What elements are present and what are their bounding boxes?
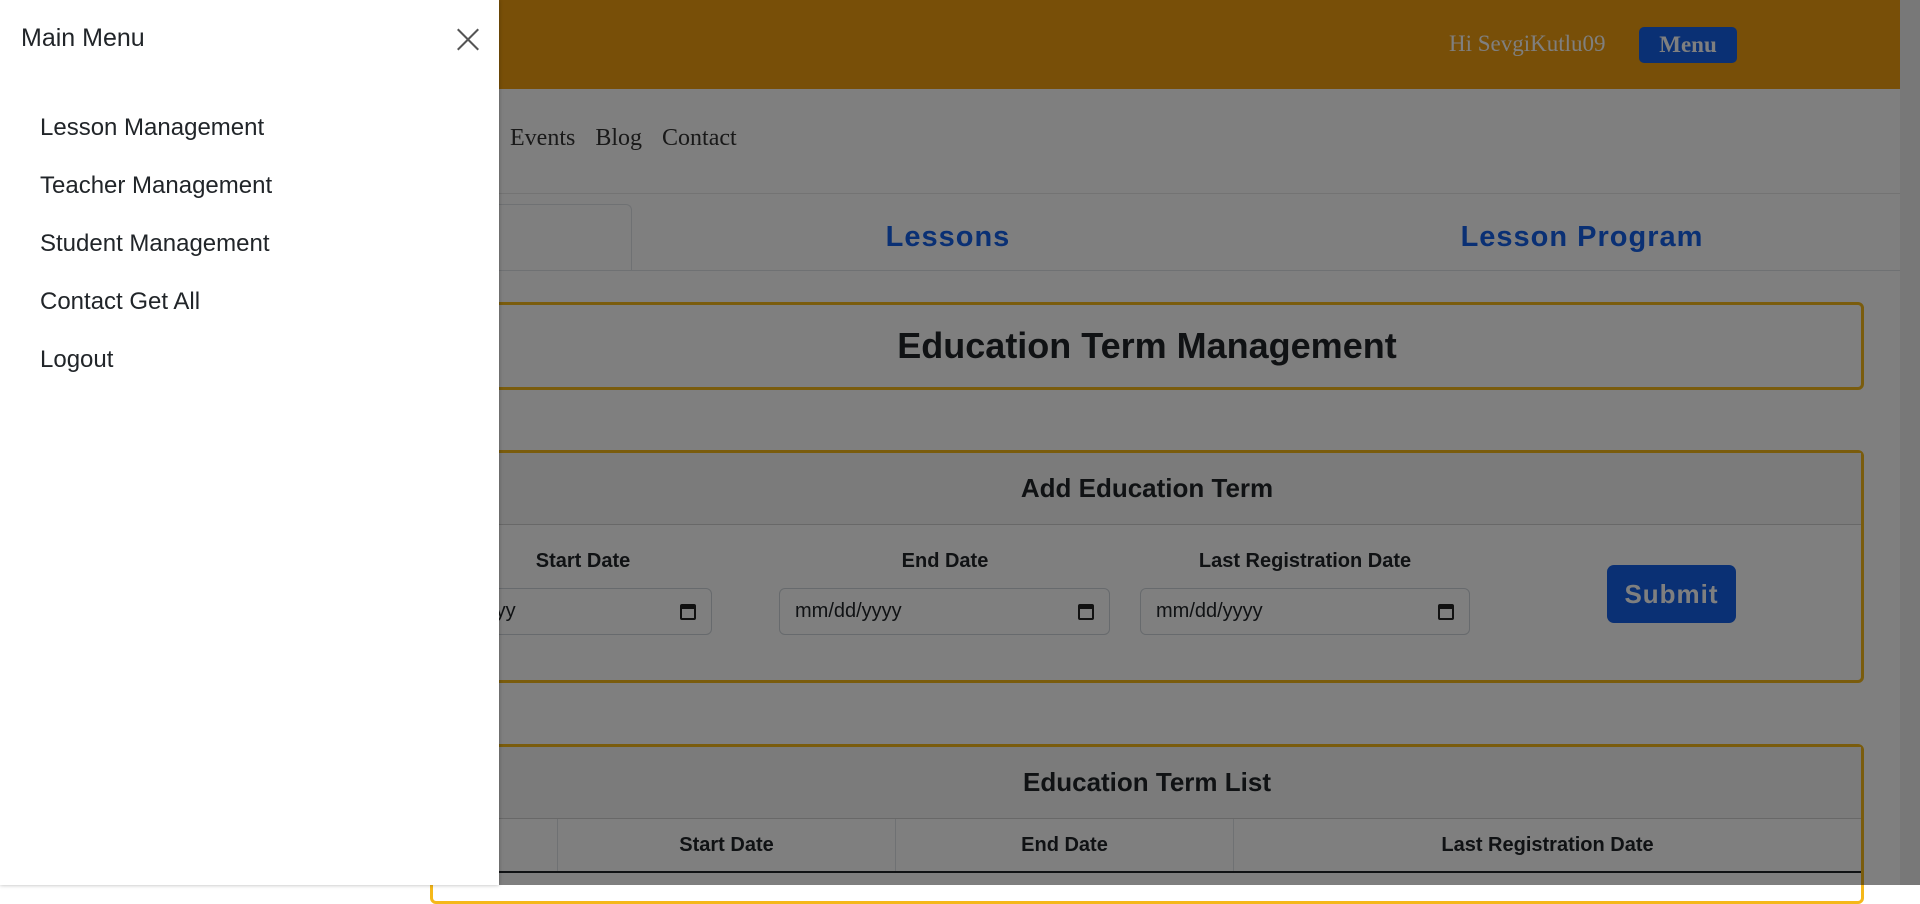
menu-item-logout[interactable]: Logout <box>40 339 272 397</box>
menu-item-teacher-management[interactable]: Teacher Management <box>40 165 272 223</box>
drawer-title: Main Menu <box>21 24 145 52</box>
drawer-menu: Lesson Management Teacher Management Stu… <box>40 107 272 397</box>
menu-item-student-management[interactable]: Student Management <box>40 223 272 281</box>
menu-item-lesson-management[interactable]: Lesson Management <box>40 107 272 165</box>
close-icon[interactable] <box>453 24 483 54</box>
main-menu-drawer: Main Menu Lesson Management Teacher Mana… <box>0 0 499 885</box>
menu-item-contact-get-all[interactable]: Contact Get All <box>40 281 272 339</box>
